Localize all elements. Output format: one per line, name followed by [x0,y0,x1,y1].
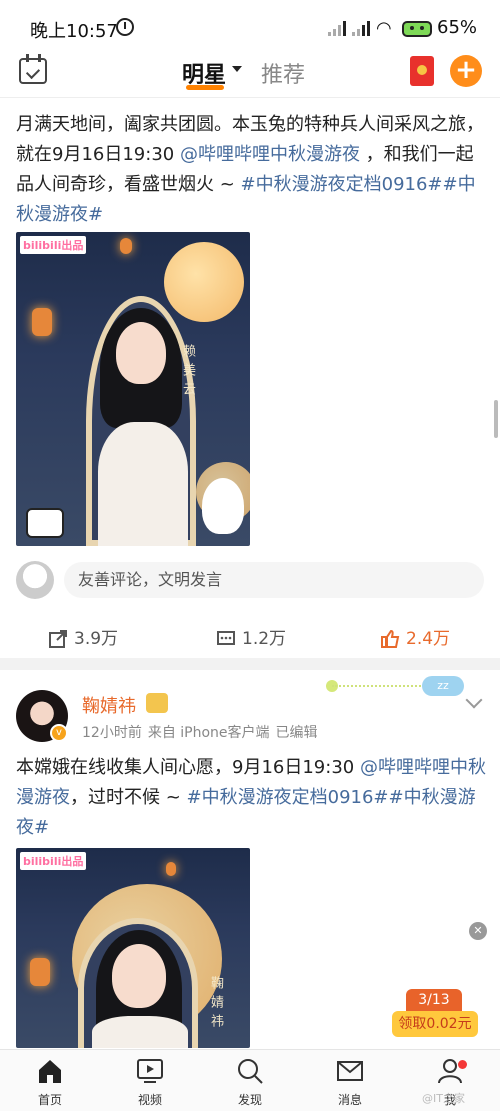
red-packet-icon[interactable] [410,56,434,86]
poster-name: 鞠婧祎 [208,976,223,1033]
post-source: 来自 iPhone客户端 [147,725,270,741]
search-icon [238,1059,263,1084]
edited-label: 已编辑 [275,725,318,741]
post-time: 12小时前 [82,725,142,741]
avatar[interactable] [16,561,54,599]
signal-icon-2 [352,20,374,36]
post-text: 月满天地间，阖家共团圆。本玉兔的特种兵人间采风之旅，就在9月16日19:30 @… [16,110,486,230]
member-badge-icon [146,693,168,713]
comment-button[interactable]: 1.2万 [216,624,286,649]
hashtag-link[interactable]: #中秋漫游夜定档0916# [187,787,389,808]
tab-video-label: 视频 [137,1093,162,1107]
post-meta: 12小时前 来自 iPhone客户端 已编辑 [82,722,324,742]
notification-dot [458,1060,467,1069]
more-options-icon[interactable] [465,691,483,709]
tab-messages-label: 消息 [337,1093,362,1107]
battery-percent: 65% [437,17,478,38]
thumbs-up-icon [381,629,400,648]
reward-widget[interactable]: 3/13 领取0.02元 [392,989,478,1039]
close-icon[interactable]: ✕ [469,922,487,940]
card-decoration: zz [326,676,466,696]
repost-button[interactable]: 3.9万 [48,624,118,649]
like-button[interactable]: 2.4万 [380,624,450,649]
signal-icon [328,20,350,36]
repost-icon [49,630,67,648]
like-count: 2.4万 [406,629,451,649]
repost-count: 3.9万 [74,629,119,649]
status-bar: 晚上10:57 ◠ 65% [0,0,500,56]
reward-progress: 3/13 [406,989,462,1011]
tab-recommend[interactable]: 推荐 [261,57,305,89]
status-time: 晚上10:57 [30,21,118,42]
bilibili-logo: bilibili出品 [20,852,87,870]
mention-link[interactable]: @哔哩哔哩中秋漫游夜 [180,144,360,165]
tab-discover[interactable]: 发现 [215,1058,285,1108]
battery-icon [402,21,432,37]
tab-indicator [186,85,224,90]
bilibili-tv-icon [26,508,64,538]
post-image[interactable]: bilibili出品 赖美云 [16,232,250,546]
comment-count: 1.2万 [242,629,287,649]
add-post-button[interactable]: + [450,55,482,87]
tab-home-label: 首页 [37,1093,62,1107]
post-text-2: 本嫦娥在线收集人间心愿，9月16日19:30 @哔哩哔哩中秋漫游夜，过时不候 ~… [16,753,486,843]
top-nav: 明星 推荐 + [0,52,500,98]
wifi-icon: ◠ [376,18,392,39]
home-icon [39,1060,61,1083]
poster-name: 赖美云 [180,344,195,401]
tab-messages[interactable]: 消息 [315,1058,385,1108]
feed-divider [0,658,500,670]
comment-input[interactable]: 友善评论，文明发言 [64,562,484,598]
mail-icon [337,1061,363,1081]
chevron-down-icon[interactable] [232,66,242,72]
post-body-2: ，过时不候 ~ [70,787,187,808]
scrollbar[interactable] [494,400,498,438]
post-body: 本嫦娥在线收集人间心愿，9月16日19:30 [16,757,360,778]
username[interactable]: 鞠婧祎 [82,692,136,718]
video-icon [137,1059,163,1083]
hashtag-link[interactable]: #中秋漫游夜定档0916# [241,174,443,195]
tab-video[interactable]: 视频 [115,1058,185,1108]
alarm-icon [116,18,134,36]
checkin-calendar-icon[interactable] [19,54,47,84]
claim-reward-button[interactable]: 领取0.02元 [392,1011,478,1037]
post-image-2[interactable]: bilibili出品 鞠婧祎 [16,848,250,1048]
watermark: @IT之家 [422,1092,465,1105]
tab-home[interactable]: 首页 [15,1058,85,1108]
verified-badge-icon: v [50,724,68,742]
tab-discover-label: 发现 [237,1093,262,1107]
comment-icon [217,631,235,645]
bilibili-logo: bilibili出品 [20,236,87,254]
